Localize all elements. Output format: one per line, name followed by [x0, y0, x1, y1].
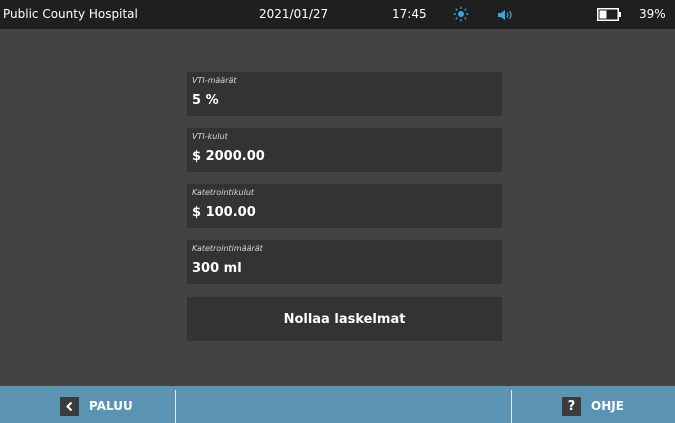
status-bar: Public County Hospital 2021/01/27 17:45 …: [0, 0, 675, 29]
reset-calculations-button[interactable]: Nollaa laskelmat: [187, 297, 502, 341]
help-label: OHJE: [591, 399, 624, 413]
sun-icon: [453, 6, 469, 22]
back-label: PALUU: [89, 399, 133, 413]
nav-divider-right: [511, 390, 512, 423]
chevron-left-icon: [60, 396, 79, 416]
battery-icon: [597, 8, 621, 21]
bottom-nav-bar: PALUU ? OHJE: [0, 386, 675, 423]
vti-rate-value: 5 %: [192, 93, 219, 108]
back-button[interactable]: PALUU: [60, 396, 133, 416]
catheter-cost-field[interactable]: Katetrointikulut $ 100.00: [187, 184, 502, 228]
status-date: 2021/01/27: [259, 7, 329, 21]
vti-cost-field[interactable]: VTI-kulut $ 2000.00: [187, 128, 502, 172]
catheter-volume-label: Katetrointimäärät: [192, 244, 263, 253]
speaker-icon: [497, 9, 515, 21]
vti-rate-field[interactable]: VTI-määrät 5 %: [187, 72, 502, 116]
catheter-volume-field[interactable]: Katetrointimäärät 300 ml: [187, 240, 502, 284]
vti-cost-label: VTI-kulut: [192, 132, 228, 141]
question-icon: ?: [562, 396, 581, 416]
status-time: 17:45: [392, 7, 427, 21]
battery-percent: 39%: [639, 7, 666, 21]
help-button[interactable]: ? OHJE: [562, 396, 624, 416]
catheter-cost-value: $ 100.00: [192, 205, 256, 220]
vti-cost-value: $ 2000.00: [192, 149, 265, 164]
facility-name: Public County Hospital: [3, 7, 138, 21]
catheter-volume-value: 300 ml: [192, 261, 242, 276]
vti-rate-label: VTI-määrät: [192, 76, 237, 85]
catheter-cost-label: Katetrointikulut: [192, 188, 255, 197]
nav-divider-left: [175, 390, 176, 423]
